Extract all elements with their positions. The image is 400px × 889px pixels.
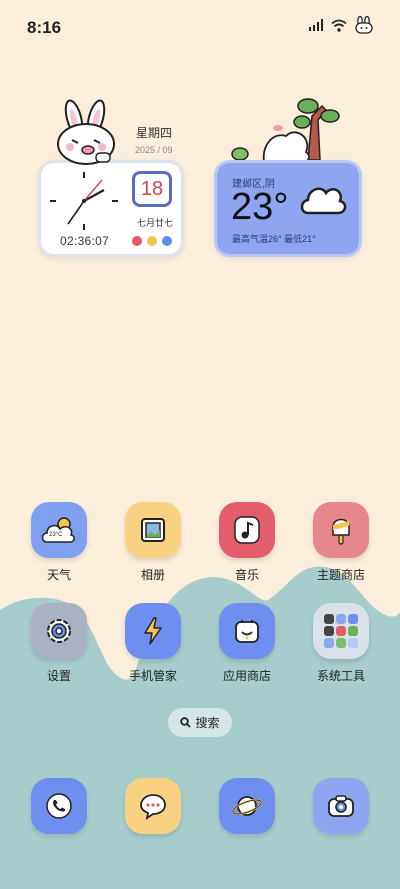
red-dot — [132, 236, 142, 246]
status-time: 8:16 — [27, 18, 62, 37]
search-icon — [180, 717, 192, 728]
phone-app-icon[interactable] — [31, 778, 87, 834]
folder-grid-icon — [324, 614, 358, 648]
gallery-app-icon[interactable] — [125, 502, 181, 558]
blue-dot — [162, 236, 172, 246]
phone-manager-app-icon[interactable] — [125, 603, 181, 659]
music-app-icon[interactable] — [219, 502, 275, 558]
analog-clock — [50, 172, 118, 230]
weather-range: 最高气温26° 最低21° — [232, 234, 316, 244]
weather-cloud-icon — [41, 517, 75, 543]
system-tools-folder-label: 系统工具 — [316, 669, 365, 683]
yellow-dot — [147, 236, 157, 246]
lunar-date: 七月廿七 — [137, 218, 174, 228]
system-tools-folder-icon[interactable] — [313, 603, 369, 659]
gallery-app-label: 相册 — [140, 568, 165, 582]
battery-bunny-icon — [355, 16, 373, 34]
wifi-icon — [331, 19, 347, 32]
weather-icon-text: 23°C — [49, 532, 63, 538]
theme-store-app-icon[interactable] — [313, 502, 369, 558]
bunny-sticker — [57, 99, 115, 165]
weather-app-icon[interactable] — [31, 502, 87, 558]
weather-app-label: 天气 — [46, 568, 71, 582]
messages-icon — [140, 794, 166, 820]
shopping-bag-icon — [235, 620, 259, 643]
messages-app-icon[interactable] — [125, 778, 181, 834]
weather-temperature: 23° — [231, 186, 289, 228]
search-label: 搜索 — [195, 716, 220, 730]
status-icons — [308, 16, 374, 34]
settings-app-icon[interactable] — [31, 603, 87, 659]
signal-icon — [309, 19, 323, 31]
phone-manager-app-label: 手机管家 — [128, 669, 177, 683]
browser-planet-icon — [231, 796, 263, 816]
ice-cream-icon — [332, 518, 350, 545]
browser-app-icon[interactable] — [219, 778, 275, 834]
phone-icon — [46, 793, 72, 819]
tree-sticker — [231, 98, 340, 163]
camera-icon — [328, 795, 354, 817]
music-note-icon — [234, 516, 260, 544]
calendar-day: 18 — [132, 171, 172, 207]
gear-icon — [47, 619, 71, 643]
cloud-icon — [300, 187, 347, 215]
digital-time: 02:36:07 — [60, 234, 110, 248]
music-app-label: 音乐 — [234, 568, 259, 582]
app-store-app-icon[interactable] — [219, 603, 275, 659]
picture-icon — [141, 518, 165, 542]
search-button[interactable]: 搜索 — [168, 708, 232, 737]
year-month-label: 2025 / 09 — [135, 145, 173, 155]
camera-app-icon[interactable] — [313, 778, 369, 834]
theme-store-app-label: 主题商店 — [316, 568, 365, 582]
settings-app-label: 设置 — [46, 669, 71, 683]
lightning-icon — [144, 617, 162, 645]
app-store-app-label: 应用商店 — [222, 669, 271, 683]
weekday-label: 星期四 — [136, 126, 173, 140]
